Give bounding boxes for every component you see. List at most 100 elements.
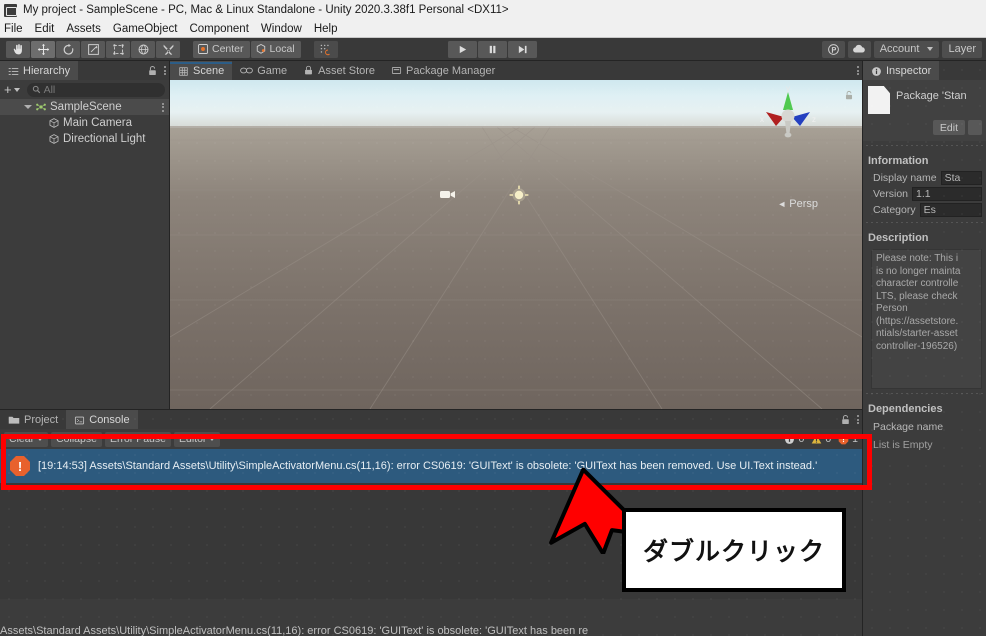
- console-menu-icon[interactable]: [857, 415, 859, 424]
- tab-scene[interactable]: Scene: [170, 61, 233, 80]
- inspector-field-category: Category Es: [863, 202, 986, 218]
- inspector-description-header: Description: [868, 232, 929, 244]
- menu-assets[interactable]: Assets: [60, 20, 107, 38]
- hierarchy-row-main-camera[interactable]: Main Camera: [0, 115, 169, 131]
- scene-projection-label[interactable]: ◄ Persp: [777, 198, 818, 210]
- field-value[interactable]: 1.1: [912, 187, 982, 201]
- scale-tool-button[interactable]: [81, 40, 105, 58]
- menu-help[interactable]: Help: [308, 20, 344, 38]
- inspector-panel: Inspector Package 'Stan Edit Information…: [862, 61, 986, 636]
- hierarchy-tree: SampleScene Main Camera Directional Ligh…: [0, 99, 169, 147]
- field-value[interactable]: Es: [919, 203, 982, 217]
- callout-text: ダブルクリック: [642, 537, 825, 566]
- description-line: (https://assetstore.: [876, 315, 959, 327]
- scene-tab-icon: [179, 66, 188, 76]
- console-error-pause-toggle[interactable]: Error Pause: [104, 431, 171, 447]
- package-file-icon: [868, 86, 890, 114]
- tab-inspector[interactable]: Inspector: [863, 61, 940, 80]
- console-clear-button[interactable]: Clear: [4, 431, 49, 447]
- console-warning-count[interactable]: 0: [811, 433, 831, 445]
- description-line: controller-196526): [876, 340, 958, 352]
- move-tool-button[interactable]: [31, 40, 55, 58]
- hierarchy-row-menu-icon[interactable]: [162, 102, 164, 112]
- description-line: LTS, please check: [876, 290, 958, 302]
- hierarchy-search-input[interactable]: All: [26, 82, 165, 97]
- hand-tool-button[interactable]: [6, 40, 30, 58]
- scene-viewport[interactable]: y x z ◄ Persp: [170, 80, 862, 409]
- field-label: Display name: [873, 172, 937, 184]
- scene-orientation-gizmo[interactable]: y x z: [758, 86, 818, 148]
- description-line: Please note: This i: [876, 253, 959, 264]
- console-message-count[interactable]: 0: [784, 433, 804, 445]
- step-button[interactable]: [508, 40, 537, 58]
- toolbar-right-group: Account Layer: [821, 40, 982, 58]
- layers-button[interactable]: Layer: [942, 40, 982, 58]
- console-editor-dropdown[interactable]: Editor: [173, 431, 221, 447]
- console-editor-label: Editor: [178, 433, 207, 445]
- console-entry-row[interactable]: [19:14:53] Assets\Standard Assets\Utilit…: [0, 449, 862, 483]
- hierarchy-row-directional-light[interactable]: Directional Light: [0, 131, 169, 147]
- divider: [866, 222, 983, 223]
- custom-tool-button[interactable]: [156, 40, 180, 58]
- console-entry-text: [19:14:53] Assets\Standard Assets\Utilit…: [38, 460, 818, 472]
- rotate-tool-button[interactable]: [56, 40, 80, 58]
- pivot-rotation-button[interactable]: Local: [250, 40, 301, 58]
- pause-button[interactable]: [478, 40, 507, 58]
- error-icon: [10, 456, 30, 476]
- hierarchy-add-button[interactable]: +: [4, 82, 20, 97]
- svg-text:y: y: [786, 86, 790, 93]
- snap-increment-button[interactable]: [313, 40, 338, 58]
- play-button[interactable]: [448, 40, 477, 58]
- hierarchy-menu-icon[interactable]: [164, 66, 166, 75]
- cloud-icon[interactable]: [847, 40, 871, 58]
- menu-edit[interactable]: Edit: [29, 20, 61, 38]
- tab-game[interactable]: Game: [232, 61, 296, 80]
- inspector-information-header: Information: [868, 155, 929, 167]
- inspector-extra-button[interactable]: [968, 120, 982, 135]
- scene-lock-icon[interactable]: [844, 90, 854, 101]
- tab-hierarchy[interactable]: Hierarchy: [0, 61, 79, 80]
- scene-icon: [36, 103, 46, 111]
- inspector-dependencies-header: Dependencies: [868, 403, 943, 415]
- console-collapse-toggle[interactable]: Collapse: [51, 431, 102, 447]
- menu-file[interactable]: File: [0, 20, 29, 38]
- inspector-edit-button[interactable]: Edit: [932, 120, 965, 135]
- field-label: Version: [873, 188, 909, 200]
- console-counters: 0 0 1: [784, 433, 858, 445]
- hierarchy-tab-actions: [147, 61, 166, 80]
- console-detail-text: Assets\Standard Assets\Utility\SimpleAct…: [0, 625, 589, 636]
- console-error-count[interactable]: 1: [838, 433, 858, 445]
- chevron-down-icon[interactable]: [24, 105, 32, 109]
- menu-component[interactable]: Component: [183, 20, 254, 38]
- lock-icon[interactable]: [840, 414, 851, 426]
- tab-package-manager[interactable]: Package Manager: [383, 61, 504, 80]
- menu-window[interactable]: Window: [255, 20, 308, 38]
- unity-window-icon: [4, 3, 17, 17]
- inspector-edit-label: Edit: [939, 121, 958, 134]
- chevron-down-icon: [13, 87, 20, 92]
- tab-console[interactable]: Console: [66, 410, 138, 429]
- search-icon: [32, 85, 40, 94]
- tab-project[interactable]: Project: [0, 410, 67, 429]
- console-tabbar: Project Console: [0, 410, 862, 429]
- field-value[interactable]: Sta: [940, 171, 982, 185]
- tab-asset-store[interactable]: Asset Store: [295, 61, 384, 80]
- transform-tool-button[interactable]: [131, 40, 155, 58]
- lock-icon[interactable]: [147, 65, 158, 77]
- scene-menu-icon[interactable]: [857, 66, 859, 75]
- pivot-mode-button[interactable]: Center: [193, 40, 250, 58]
- tab-project-label: Project: [24, 413, 59, 426]
- menu-gameobject[interactable]: GameObject: [107, 20, 184, 38]
- rect-tool-button[interactable]: [106, 40, 130, 58]
- chevron-left-icon: ◄: [777, 199, 787, 209]
- inspector-header: Package 'Stan: [863, 80, 986, 120]
- asset-store-icon: [305, 65, 313, 75]
- account-button[interactable]: Account: [873, 40, 940, 58]
- collab-icon[interactable]: [821, 40, 845, 58]
- svg-text:x: x: [760, 115, 764, 124]
- hierarchy-row-label: Main Camera: [63, 117, 133, 129]
- console-error-pause-label: Error Pause: [109, 433, 166, 445]
- field-label: Category: [873, 204, 916, 216]
- hierarchy-row-samplescene[interactable]: SampleScene: [0, 99, 169, 115]
- inspector-field-version: Version 1.1: [863, 186, 986, 202]
